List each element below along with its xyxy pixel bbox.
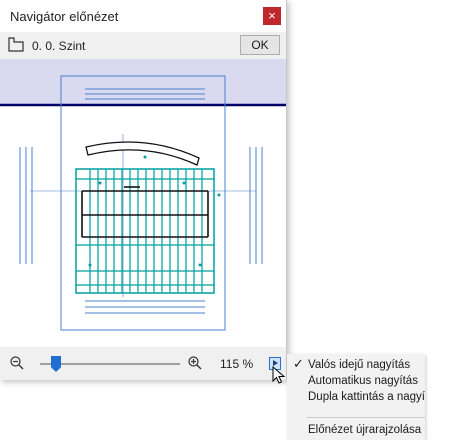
zoom-slider-track[interactable] (40, 363, 180, 365)
menu-item-label: Előnézet újrarajzolása (308, 424, 422, 436)
zoom-options-menu: ✓ Valós idejű nagyítás Automatikus nagyí… (287, 354, 425, 440)
menu-item-double-click-zoom[interactable]: Dupla kattintás a nagyí (287, 390, 425, 406)
zoom-in-icon[interactable] (188, 356, 202, 370)
zoom-value: 115 % (220, 357, 254, 371)
floor-plan-drawing (0, 59, 286, 331)
curved-roof-beam (85, 141, 200, 166)
menu-item-redraw-preview[interactable]: Előnézet újrarajzolása (287, 423, 425, 439)
toolbar: 0. 0. Szint OK (0, 32, 286, 59)
navigator-preview-window: Navigátor előnézet × 0. 0. Szint OK 115 … (0, 0, 287, 380)
story-icon (8, 37, 24, 52)
navigator-frame (60, 75, 226, 331)
window-title: Navigátor előnézet (10, 9, 119, 24)
checkmark-icon: ✓ (293, 357, 304, 372)
building-outline (75, 168, 215, 294)
close-icon: × (268, 8, 276, 23)
menu-item-label: Automatikus nagyítás (308, 375, 418, 387)
story-band (0, 59, 286, 105)
close-button[interactable]: × (263, 7, 281, 25)
menu-item-label: Dupla kattintás a nagyí (308, 391, 425, 403)
zoom-bar: 115 % (0, 347, 286, 380)
menu-item-label: Valós idejű nagyítás (308, 359, 411, 371)
menu-separator (307, 417, 425, 418)
story-label: 0. 0. Szint (32, 39, 86, 53)
ok-button[interactable]: OK (240, 35, 280, 55)
mouse-cursor-icon (272, 366, 286, 384)
menu-item-auto-zoom[interactable]: Automatikus nagyítás (287, 374, 425, 390)
zoom-slider-thumb[interactable] (51, 356, 61, 372)
menu-item-realtime-zoom[interactable]: ✓ Valós idejű nagyítás (287, 357, 425, 374)
zoom-out-icon[interactable] (10, 356, 24, 370)
preview-canvas[interactable] (0, 59, 286, 347)
title-bar[interactable]: Navigátor előnézet × (0, 0, 286, 32)
